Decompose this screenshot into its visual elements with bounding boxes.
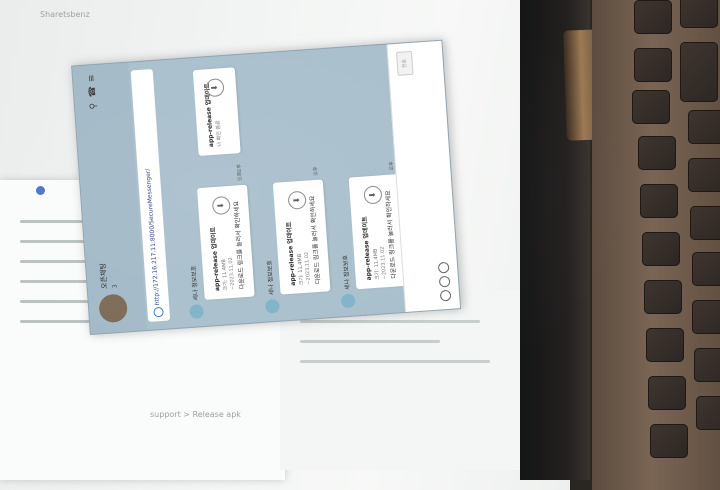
- keyboard-key: [680, 42, 718, 102]
- keyboard-key: [648, 376, 686, 410]
- search-icon[interactable]: ⚲: [89, 101, 100, 112]
- keyboard-key: [640, 184, 678, 218]
- menu-icon[interactable]: ≡: [87, 73, 98, 84]
- keyboard-key: [638, 136, 676, 170]
- sender-avatar: [264, 298, 280, 314]
- file-icon[interactable]: ⬇: [287, 190, 307, 210]
- message-time: 오후: [312, 166, 320, 177]
- file-icon[interactable]: ⬇: [363, 185, 383, 205]
- emoji-icon[interactable]: [439, 289, 452, 302]
- sender-name: 세나 정보보호: [342, 254, 352, 291]
- text-line: [300, 360, 490, 363]
- keyboard-key: [692, 252, 720, 286]
- text-line: [300, 320, 480, 323]
- keyboard-key: [694, 348, 720, 382]
- chat-window[interactable]: 오픈채팅 3 ⚲ ☎ ≡ http://172.16.217.11:8000/S…: [71, 39, 462, 335]
- keyboard-key: [634, 0, 672, 34]
- send-button[interactable]: 전송: [396, 50, 414, 76]
- keyboard-key: [688, 158, 720, 192]
- laptop-screen: support > Release apk Sharetsbenz 오픈채팅 3…: [0, 0, 570, 490]
- message-bubble[interactable]: app-release 업데이트 크기: 11.4MB ~2023.11.02 …: [272, 179, 331, 295]
- my-message-bubble[interactable]: app-release 업데이트 나 확인 완료 ⬇: [192, 67, 241, 156]
- keyboard-key: [692, 300, 720, 334]
- keyboard-key: [650, 424, 688, 458]
- file-icon[interactable]: ⬇: [211, 195, 231, 216]
- keyboard-key: [646, 328, 684, 362]
- message-time: 오후: [236, 163, 244, 174]
- window-status-dot: [36, 186, 45, 195]
- keyboard-key: [644, 280, 682, 314]
- text-line: [300, 340, 440, 343]
- sender-avatar: [340, 293, 356, 309]
- attach-icon[interactable]: [438, 275, 451, 288]
- keyboard-key: [696, 396, 720, 430]
- keyboard-key: [632, 90, 670, 124]
- member-count: 3: [111, 284, 119, 289]
- laptop-keyboard: [592, 0, 720, 490]
- avatar[interactable]: [98, 293, 129, 324]
- capture-icon[interactable]: [437, 261, 450, 274]
- file-icon[interactable]: ⬇: [205, 78, 225, 98]
- message-bubble[interactable]: app-release 업데이트 크기: 11.4MB ~2023.11.02 …: [197, 184, 255, 300]
- sender-avatar: [189, 304, 205, 319]
- keyboard-key: [634, 48, 672, 82]
- sender-name: 세나 정보보호: [266, 260, 276, 296]
- url-text[interactable]: http://172.16.217.11:8000/SecureMessenge…: [145, 168, 162, 305]
- globe-icon: [153, 306, 164, 318]
- sender-name: 세나 정보보호: [190, 265, 200, 301]
- keyboard-key: [642, 232, 680, 266]
- keyboard-key: [688, 110, 720, 144]
- breadcrumb: support > Release apk: [150, 410, 241, 419]
- side-label: Sharetsbenz: [40, 10, 90, 19]
- keyboard-key: [690, 206, 720, 240]
- phone-icon[interactable]: ☎: [88, 86, 99, 98]
- keyboard-key: [680, 0, 718, 28]
- message-detail: 나 확인 완료: [215, 120, 224, 147]
- room-name: 오픈채팅: [99, 262, 109, 290]
